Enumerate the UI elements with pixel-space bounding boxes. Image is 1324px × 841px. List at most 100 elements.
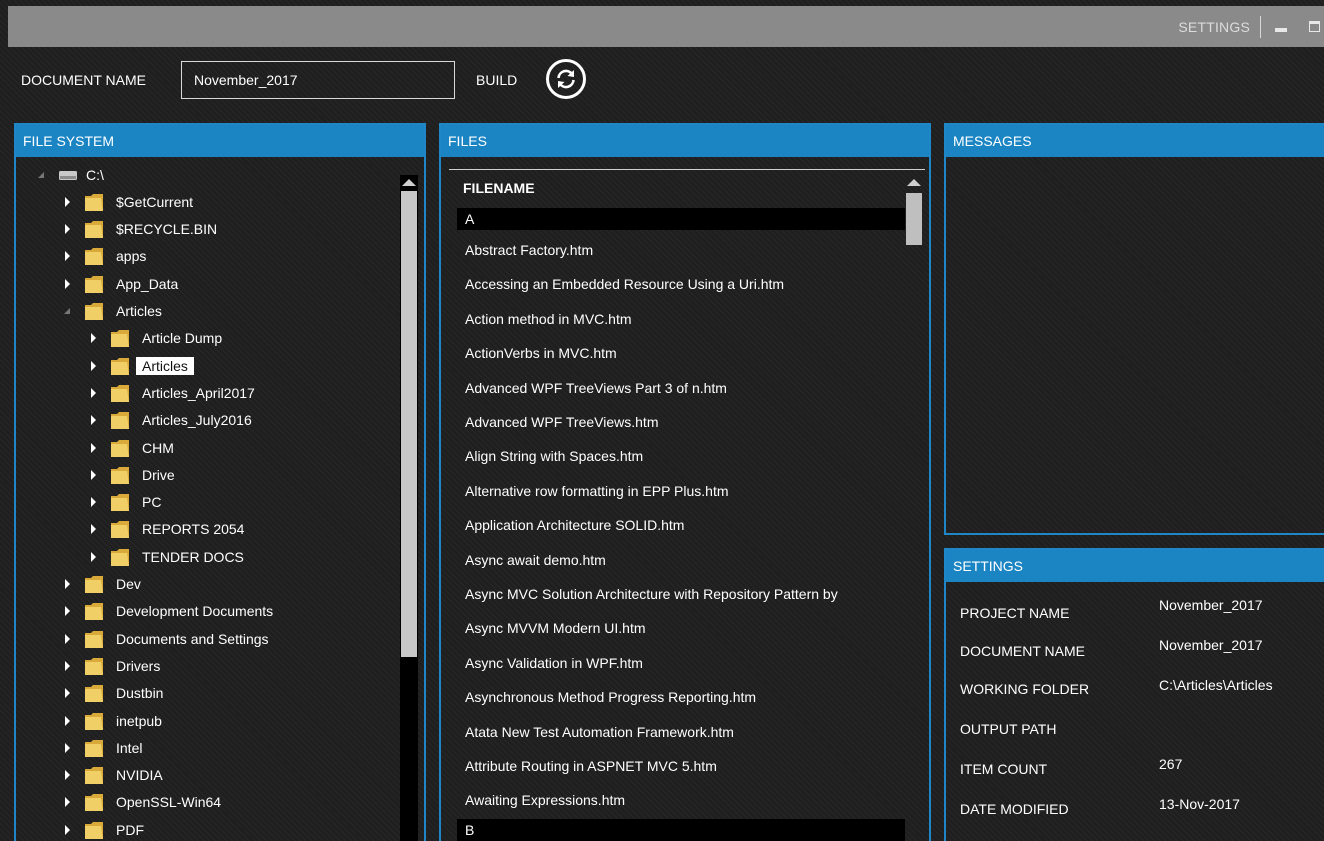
expand-arrow-icon[interactable]	[65, 196, 70, 207]
expand-arrow-icon[interactable]	[91, 442, 96, 453]
setting-label: ITEM COUNT	[960, 761, 1048, 777]
file-row[interactable]: Attribute Routing in ASPNET MVC 5.htm	[465, 758, 717, 774]
folder-icon	[110, 382, 130, 404]
expand-arrow-icon[interactable]	[91, 524, 96, 535]
setting-value: November_2017	[1159, 597, 1263, 613]
tree-item[interactable]: Dustbin	[62, 680, 163, 707]
scroll-up-icon[interactable]	[402, 179, 416, 186]
file-row[interactable]: Accessing an Embedded Resource Using a U…	[465, 276, 784, 292]
tree-item[interactable]: PC	[88, 489, 161, 516]
file-row[interactable]: Async await demo.htm	[465, 552, 606, 568]
expand-arrow-icon[interactable]	[65, 824, 70, 835]
expand-arrow-icon[interactable]	[65, 224, 70, 235]
scroll-up-icon[interactable]	[907, 179, 921, 186]
tree-item[interactable]: $RECYCLE.BIN	[62, 216, 217, 243]
tree-item[interactable]: NVIDIA	[62, 762, 163, 789]
expand-arrow-icon[interactable]	[65, 797, 70, 808]
expand-arrow-icon[interactable]	[91, 360, 96, 371]
file-row[interactable]: Async Validation in WPF.htm	[465, 655, 643, 671]
tree-item[interactable]: Articles_April2017	[88, 379, 255, 406]
minimize-icon[interactable]	[1275, 27, 1287, 32]
tree-item[interactable]: PDF	[62, 816, 144, 841]
expand-arrow-icon[interactable]	[65, 633, 70, 644]
tree-item[interactable]: OpenSSL-Win64	[62, 789, 221, 816]
folder-icon	[84, 655, 104, 677]
file-row[interactable]: Advanced WPF TreeViews Part 3 of n.htm	[465, 380, 727, 396]
files-scrollbar[interactable]	[905, 175, 923, 841]
tree-item-label: REPORTS 2054	[142, 521, 245, 538]
tree-item[interactable]: REPORTS 2054	[88, 516, 244, 543]
messages-panel: MESSAGES	[944, 123, 1324, 535]
tree-item[interactable]: CHM	[88, 434, 174, 461]
tree-item[interactable]: TENDER DOCS	[88, 543, 244, 570]
document-name-input[interactable]: November_2017	[181, 61, 455, 99]
expand-arrow-icon[interactable]	[65, 742, 70, 753]
tree-item[interactable]: App_Data	[62, 270, 178, 297]
expand-arrow-icon[interactable]	[91, 387, 96, 398]
expand-arrow-open-icon[interactable]	[38, 171, 44, 178]
expand-arrow-icon[interactable]	[91, 469, 96, 480]
expand-arrow-icon[interactable]	[65, 688, 70, 699]
tree-item[interactable]: Intel	[62, 734, 142, 761]
file-row[interactable]: Abstract Factory.htm	[465, 242, 593, 258]
tree-item[interactable]: Documents and Settings	[62, 625, 269, 652]
maximize-icon[interactable]	[1309, 21, 1320, 32]
tree-item[interactable]: Articles	[88, 352, 194, 379]
folder-icon	[84, 710, 104, 732]
file-row[interactable]: Align String with Spaces.htm	[465, 448, 643, 464]
file-row[interactable]: Application Architecture SOLID.htm	[465, 517, 684, 533]
expand-arrow-icon[interactable]	[65, 606, 70, 617]
tree-item[interactable]: Drive	[88, 461, 175, 488]
build-button[interactable]	[546, 59, 586, 99]
expand-arrow-icon[interactable]	[65, 660, 70, 671]
folder-icon	[84, 273, 104, 295]
tree-item[interactable]: inetpub	[62, 707, 162, 734]
file-row[interactable]: Async MVC Solution Architecture with Rep…	[465, 586, 838, 602]
expand-arrow-icon[interactable]	[65, 278, 70, 289]
expand-arrow-icon[interactable]	[65, 251, 70, 262]
tree-item[interactable]: apps	[62, 243, 146, 270]
expand-arrow-icon[interactable]	[65, 715, 70, 726]
expand-arrow-icon[interactable]	[65, 770, 70, 781]
expand-arrow-icon[interactable]	[91, 551, 96, 562]
file-row[interactable]: Advanced WPF TreeViews.htm	[465, 414, 658, 430]
file-row[interactable]: Action method in MVC.htm	[465, 311, 632, 327]
folder-icon	[110, 546, 130, 568]
messages-header: MESSAGES	[946, 125, 1324, 157]
tree-item-label: OpenSSL-Win64	[116, 794, 222, 811]
expand-arrow-icon[interactable]	[91, 333, 96, 344]
files-scroll-thumb[interactable]	[906, 193, 922, 245]
file-row[interactable]: Alternative row formatting in EPP Plus.h…	[465, 483, 729, 499]
file-row[interactable]: Asynchronous Method Progress Reporting.h…	[465, 689, 756, 705]
file-row[interactable]: Async MVVM Modern UI.htm	[465, 620, 646, 636]
tree-item-label: CHM	[142, 439, 174, 456]
tree-item-label: Drive	[142, 466, 175, 483]
tree-item[interactable]: Dev	[62, 571, 141, 598]
tree-item-label: Article Dump	[142, 330, 223, 347]
expand-arrow-icon[interactable]	[91, 415, 96, 426]
tree-item[interactable]: Article Dump	[88, 325, 222, 352]
tree-item[interactable]: Articles	[62, 298, 162, 325]
folder-icon	[84, 737, 104, 759]
expand-arrow-icon[interactable]	[91, 497, 96, 508]
tree-item[interactable]: Drivers	[62, 652, 160, 679]
file-row[interactable]: ActionVerbs in MVC.htm	[465, 345, 617, 361]
file-row[interactable]: Awaiting Expressions.htm	[465, 792, 625, 808]
tree-item[interactable]: C:\	[36, 161, 104, 188]
folder-icon	[110, 327, 130, 349]
toolbar: DOCUMENT NAME November_2017 BUILD	[8, 47, 1324, 123]
expand-arrow-open-icon[interactable]	[64, 308, 70, 314]
settings-link[interactable]: SETTINGS	[1178, 19, 1250, 35]
expand-arrow-icon[interactable]	[65, 579, 70, 589]
tree-item-label: Dustbin	[116, 685, 164, 702]
folder-icon	[84, 819, 104, 841]
file-row[interactable]: Atata New Test Automation Framework.htm	[465, 724, 734, 740]
tree-item[interactable]: Articles_July2016	[88, 407, 252, 434]
tree-scrollbar[interactable]	[400, 175, 418, 841]
tree-item[interactable]: $GetCurrent	[62, 188, 193, 215]
tree-item-label: apps	[116, 248, 147, 265]
setting-label: OUTPUT PATH	[960, 721, 1057, 737]
tree-scroll-thumb[interactable]	[401, 191, 417, 657]
tree-item-label: Documents and Settings	[116, 630, 269, 647]
tree-item[interactable]: Development Documents	[62, 598, 273, 625]
